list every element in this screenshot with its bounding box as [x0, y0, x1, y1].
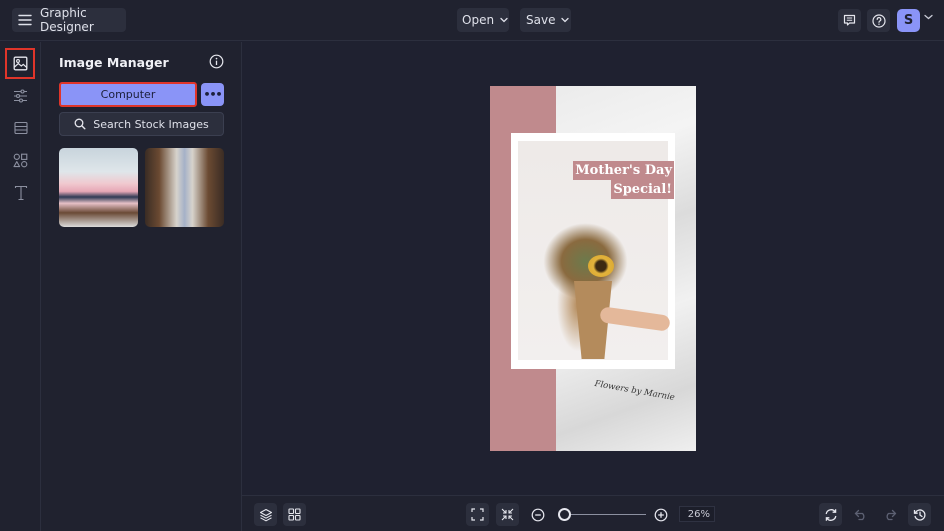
rail-item-adjustments[interactable]	[7, 82, 34, 109]
ellipsis-icon: •••	[203, 88, 222, 101]
feedback-button[interactable]	[838, 9, 861, 32]
hamburger-menu-icon	[18, 14, 32, 26]
tool-rail	[0, 42, 41, 531]
open-button[interactable]: Open	[457, 8, 509, 32]
grid-icon	[288, 508, 301, 521]
redo-button[interactable]	[878, 503, 901, 526]
layers-button[interactable]	[254, 503, 277, 526]
save-label: Save	[526, 13, 556, 27]
zoom-slider-track[interactable]	[560, 514, 646, 515]
top-bar: Graphic Designer Open Save S	[0, 0, 944, 41]
collapse-icon	[501, 508, 514, 521]
bottom-toolbar: 26%	[242, 495, 944, 531]
open-label: Open	[462, 13, 495, 27]
chevron-down-icon[interactable]	[924, 14, 933, 20]
info-icon[interactable]	[209, 54, 224, 69]
app-menu-button[interactable]: Graphic Designer	[12, 6, 126, 34]
image-thumbnail[interactable]	[145, 148, 224, 227]
rail-item-text[interactable]	[7, 179, 34, 206]
save-button[interactable]: Save	[520, 8, 571, 32]
undo-icon	[854, 509, 868, 521]
zoom-in-button[interactable]	[649, 503, 672, 526]
layout-icon	[13, 121, 28, 135]
canvas-area: Mother's Day Special! Flowers by Marnie	[242, 42, 944, 495]
search-stock-label: Search Stock Images	[93, 117, 209, 131]
rail-item-image-manager[interactable]	[5, 48, 35, 79]
user-avatar[interactable]: S	[897, 9, 920, 32]
headline-line-2: Special!	[611, 180, 674, 199]
chevron-down-icon	[561, 17, 570, 23]
headline-line-1: Mother's Day	[573, 161, 674, 180]
rail-item-graphics[interactable]	[7, 147, 34, 174]
upload-from-computer-button[interactable]: Computer	[59, 82, 197, 107]
help-button[interactable]	[867, 9, 890, 32]
layers-icon	[259, 508, 273, 522]
image-icon	[13, 56, 28, 71]
history-icon	[913, 508, 927, 522]
zoom-out-button[interactable]	[526, 503, 549, 526]
chat-icon	[843, 14, 856, 27]
redo-icon	[883, 509, 897, 521]
chevron-down-icon	[500, 17, 508, 23]
rail-item-layouts[interactable]	[7, 114, 34, 141]
history-button[interactable]	[908, 503, 931, 526]
sunflower	[588, 255, 614, 277]
design-canvas[interactable]: Mother's Day Special! Flowers by Marnie	[490, 86, 696, 451]
expand-icon	[471, 508, 484, 521]
search-stock-images-button[interactable]: Search Stock Images	[59, 112, 224, 136]
image-thumbnail[interactable]	[59, 148, 138, 227]
undo-button[interactable]	[849, 503, 872, 526]
plus-circle-icon	[654, 508, 668, 522]
text-icon	[14, 185, 28, 201]
sliders-icon	[13, 88, 28, 103]
app-title: Graphic Designer	[40, 6, 94, 34]
minus-circle-icon	[531, 508, 545, 522]
replace-button[interactable]	[819, 503, 842, 526]
zoom-slider-handle[interactable]	[557, 508, 571, 521]
arm	[599, 306, 671, 332]
zoom-level-field[interactable]: 26%	[679, 506, 715, 522]
headline-text[interactable]: Mother's Day Special!	[573, 161, 674, 199]
refresh-icon	[824, 508, 838, 522]
shrink-button[interactable]	[496, 503, 519, 526]
grid-button[interactable]	[283, 503, 306, 526]
image-manager-panel: Image Manager Computer ••• Search Stock …	[41, 42, 242, 531]
more-options-button[interactable]: •••	[201, 83, 224, 106]
help-icon	[871, 13, 886, 28]
signature-text[interactable]: Flowers by Marnie	[594, 379, 676, 403]
search-icon	[74, 118, 86, 130]
shapes-icon	[13, 153, 28, 168]
fit-to-screen-button[interactable]	[466, 503, 489, 526]
panel-title: Image Manager	[59, 55, 169, 70]
